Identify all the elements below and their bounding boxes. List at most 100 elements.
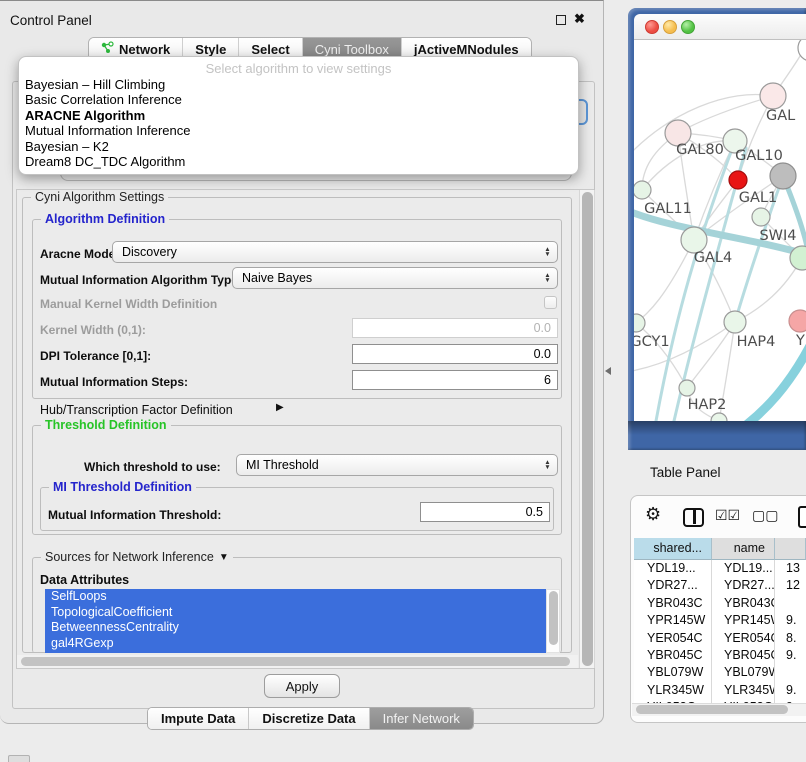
combobox-value: MI Threshold — [246, 458, 319, 472]
network-node[interactable] — [760, 83, 786, 109]
network-edge[interactable] — [687, 322, 735, 388]
attributes-scrollbar-thumb[interactable] — [549, 591, 558, 645]
close-icon[interactable]: ✖ — [574, 11, 585, 27]
table-cell: 9. — [775, 682, 806, 699]
apply-button[interactable]: Apply — [264, 674, 340, 698]
settings-vscrollbar-thumb[interactable] — [582, 192, 593, 666]
network-node[interactable] — [789, 310, 806, 332]
table-cell: YLR345W — [712, 682, 775, 699]
algorithm-dropdown-popup: Select algorithm to view settings Bayesi… — [18, 56, 579, 175]
tab-impute-data[interactable]: Impute Data — [148, 708, 248, 729]
settings-hscrollbar-thumb[interactable] — [21, 657, 570, 666]
mi-steps-label: Mutual Information Steps: — [40, 375, 188, 389]
clipped-corner-icon — [8, 755, 30, 762]
table-row[interactable]: YBR043CYBR043C — [634, 595, 806, 612]
splitter-collapse-icon[interactable] — [605, 367, 611, 375]
mi-type-combobox[interactable]: Naive Bayes ▲▼ — [232, 267, 558, 289]
tab-infer-network[interactable]: Infer Network — [369, 708, 473, 729]
network-node-label: Y — [795, 333, 805, 349]
minimize-traffic-light[interactable] — [663, 20, 677, 34]
select-all-checked-icon[interactable]: ☑☑ — [715, 508, 740, 524]
attribute-list-item[interactable]: TopologicalCoefficient — [45, 605, 546, 621]
algorithm-list-item[interactable]: Dream8 DC_TDC Algorithm — [19, 154, 578, 169]
table-cell: 12 — [775, 577, 806, 594]
column-header-shared-name[interactable]: shared... — [634, 538, 712, 560]
network-edge[interactable] — [656, 141, 735, 421]
tab-discretize-data[interactable]: Discretize Data — [248, 708, 368, 729]
expand-arrow-icon[interactable]: ▶ — [276, 402, 284, 413]
network-node[interactable] — [770, 163, 796, 189]
algorithm-list-item[interactable]: Basic Correlation Inference — [19, 92, 578, 107]
network-node[interactable] — [679, 380, 695, 396]
table-cell: YLR345W — [634, 682, 712, 699]
settings-gear-icon[interactable]: ⚙ — [645, 504, 661, 525]
network-node-label: SWI4 — [759, 228, 796, 244]
table-row[interactable]: YPR145WYPR145W9. — [634, 612, 806, 629]
network-edge[interactable] — [678, 96, 773, 133]
network-node-label: GAL10 — [735, 148, 783, 164]
group-title: Algorithm Definition — [41, 212, 169, 226]
table-cell — [775, 595, 806, 612]
table-cell: YBR043C — [712, 595, 775, 612]
algorithm-list-item[interactable]: Bayesian – K2 — [19, 139, 578, 154]
table-row[interactable]: YDR27...YDR27...12 — [634, 577, 806, 594]
column-header-name[interactable]: name — [712, 538, 775, 560]
attribute-list-item[interactable]: BetweennessCentrality — [45, 620, 546, 636]
table-cell: YBL079W — [712, 664, 775, 681]
algorithm-list-item[interactable]: Mutual Information Inference — [19, 123, 578, 138]
network-node[interactable] — [634, 181, 651, 199]
kernel-width-field[interactable]: 0.0 — [352, 318, 558, 338]
tab-label: jActiveMNodules — [414, 42, 519, 57]
table-row[interactable]: YER054CYER054C8. — [634, 630, 806, 647]
manual-kernel-checkbox[interactable] — [544, 296, 557, 309]
network-icon — [101, 41, 114, 57]
table-hscrollbar-thumb[interactable] — [636, 705, 788, 714]
zoom-traffic-light[interactable] — [681, 20, 695, 34]
algorithm-list-item[interactable]: ARACNE Algorithm — [19, 108, 578, 123]
network-node[interactable] — [752, 208, 770, 226]
document-icon[interactable] — [798, 506, 806, 528]
aracne-mode-label: Aracne Mode: — [40, 247, 119, 261]
collapse-arrow-icon[interactable]: ▼ — [219, 552, 229, 563]
select-none-icon[interactable]: ▢▢ — [752, 508, 778, 524]
network-window-titlebar[interactable] — [634, 14, 806, 40]
attribute-list-item[interactable]: gal4RGexp — [45, 636, 546, 652]
table-row[interactable]: YBR045CYBR045C9. — [634, 647, 806, 664]
tab-label: Cyni Toolbox — [315, 42, 389, 57]
network-node[interactable] — [729, 171, 747, 189]
dpi-tolerance-field[interactable]: 0.0 — [352, 344, 558, 364]
network-edge[interactable] — [636, 240, 694, 323]
network-node-label: GAL1 — [739, 190, 777, 206]
table-cell: 8. — [775, 630, 806, 647]
column-header-partial[interactable] — [775, 538, 806, 560]
network-node-label: GCY1 — [634, 334, 670, 350]
mi-threshold-field[interactable]: 0.5 — [420, 502, 550, 522]
column-view-icon[interactable] — [683, 508, 704, 527]
aracne-mode-combobox[interactable]: Discovery ▲▼ — [112, 241, 558, 263]
mi-type-label: Mutual Information Algorithm Type: — [40, 273, 242, 287]
network-edge[interactable] — [734, 342, 806, 421]
network-canvas[interactable]: GALGAL80GAL10GAL1GAL11GAL4SWI4GCY1HAP4YH… — [634, 40, 806, 421]
which-threshold-combobox[interactable]: MI Threshold ▲▼ — [236, 454, 558, 476]
attribute-list-item[interactable]: SelfLoops — [45, 589, 546, 605]
table-cell: YER054C — [712, 630, 775, 647]
algorithm-list-item[interactable]: Bayesian – Hill Climbing — [19, 77, 578, 92]
network-node[interactable] — [724, 311, 746, 333]
data-attributes-list: SelfLoopsTopologicalCoefficientBetweenne… — [45, 589, 546, 653]
float-window-icon[interactable] — [556, 15, 566, 25]
network-node-label: GAL80 — [676, 142, 724, 158]
close-traffic-light[interactable] — [645, 20, 659, 34]
table-row[interactable]: YDL19...YDL19...13 — [634, 560, 806, 577]
network-node[interactable] — [711, 413, 727, 421]
bottom-tab-bar: Impute Data Discretize Data Infer Networ… — [147, 707, 474, 730]
table-row[interactable]: YLR345WYLR345W9. — [634, 682, 806, 699]
stepper-icon: ▲▼ — [540, 273, 557, 283]
mi-steps-field[interactable]: 6 — [352, 370, 558, 390]
dpi-tolerance-label: DPI Tolerance [0,1]: — [40, 349, 151, 363]
group-title: Threshold Definition — [41, 418, 171, 432]
table-panel-title: Table Panel — [650, 465, 721, 480]
table-cell: YBR043C — [634, 595, 712, 612]
table-cell: 9. — [775, 612, 806, 629]
hub-definition-label: Hub/Transcription Factor Definition — [40, 403, 233, 417]
table-row[interactable]: YBL079WYBL079W — [634, 664, 806, 681]
